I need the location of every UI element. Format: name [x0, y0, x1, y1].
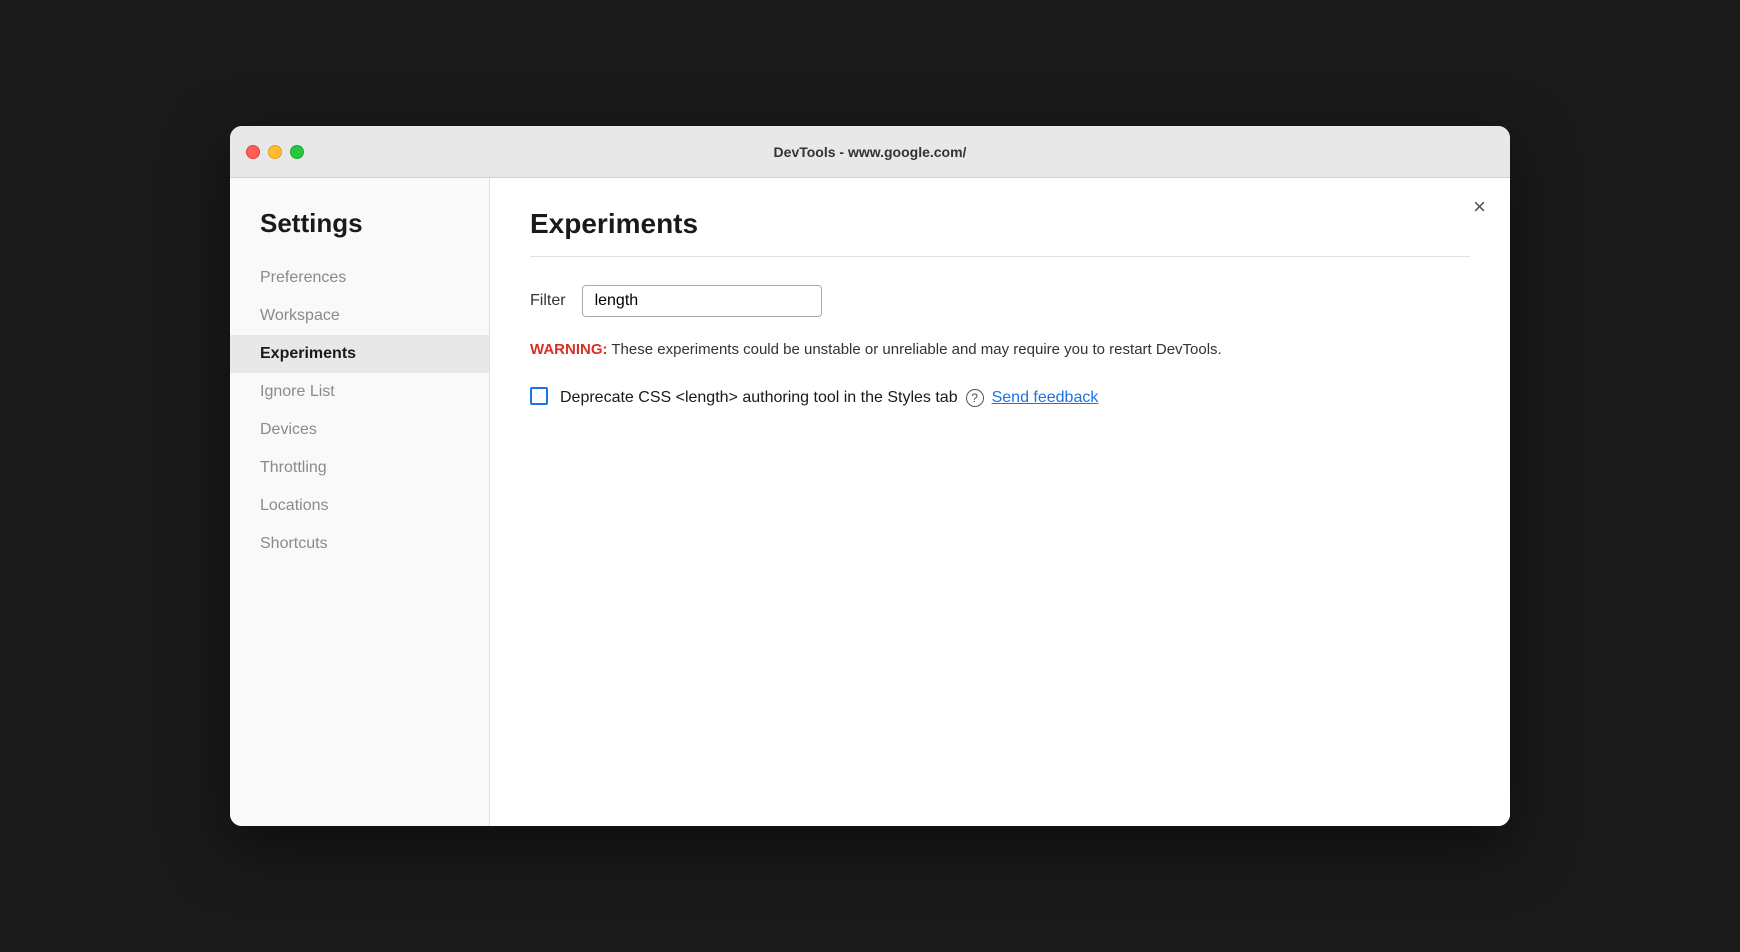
- content-area: Settings Preferences Workspace Experimen…: [230, 178, 1510, 826]
- sidebar-item-throttling[interactable]: Throttling: [230, 449, 489, 487]
- sidebar-item-ignore-list[interactable]: Ignore List: [230, 373, 489, 411]
- sidebar-item-preferences[interactable]: Preferences: [230, 259, 489, 297]
- sidebar-item-devices[interactable]: Devices: [230, 411, 489, 449]
- warning-text: These experiments could be unstable or u…: [608, 341, 1222, 358]
- warning-label: WARNING:: [530, 341, 608, 358]
- sidebar-item-shortcuts[interactable]: Shortcuts: [230, 525, 489, 563]
- sidebar-item-locations[interactable]: Locations: [230, 487, 489, 525]
- experiment-text-0: Deprecate CSS <length> authoring tool in…: [560, 386, 958, 410]
- section-divider: [530, 256, 1470, 257]
- help-icon[interactable]: ?: [966, 389, 984, 407]
- maximize-traffic-light[interactable]: [290, 145, 304, 159]
- traffic-lights: [246, 145, 304, 159]
- filter-row: Filter: [530, 285, 1470, 317]
- window-title: DevTools - www.google.com/: [774, 144, 967, 160]
- filter-label: Filter: [530, 292, 566, 310]
- experiment-checkbox-0[interactable]: [530, 387, 548, 405]
- filter-input[interactable]: [582, 285, 822, 317]
- warning-box: WARNING: These experiments could be unst…: [530, 339, 1430, 362]
- close-traffic-light[interactable]: [246, 145, 260, 159]
- minimize-traffic-light[interactable]: [268, 145, 282, 159]
- sidebar-item-experiments[interactable]: Experiments: [230, 335, 489, 373]
- experiment-label-0: Deprecate CSS <length> authoring tool in…: [560, 386, 1098, 410]
- titlebar: DevTools - www.google.com/: [230, 126, 1510, 178]
- sidebar: Settings Preferences Workspace Experimen…: [230, 178, 490, 826]
- sidebar-heading: Settings: [230, 208, 489, 259]
- sidebar-item-workspace[interactable]: Workspace: [230, 297, 489, 335]
- experiment-row-0: Deprecate CSS <length> authoring tool in…: [530, 386, 1470, 410]
- send-feedback-link[interactable]: Send feedback: [992, 386, 1099, 410]
- devtools-window: DevTools - www.google.com/ Settings Pref…: [230, 126, 1510, 826]
- main-content: × Experiments Filter WARNING: These expe…: [490, 178, 1510, 826]
- close-button[interactable]: ×: [1473, 196, 1486, 218]
- page-title: Experiments: [530, 208, 1470, 240]
